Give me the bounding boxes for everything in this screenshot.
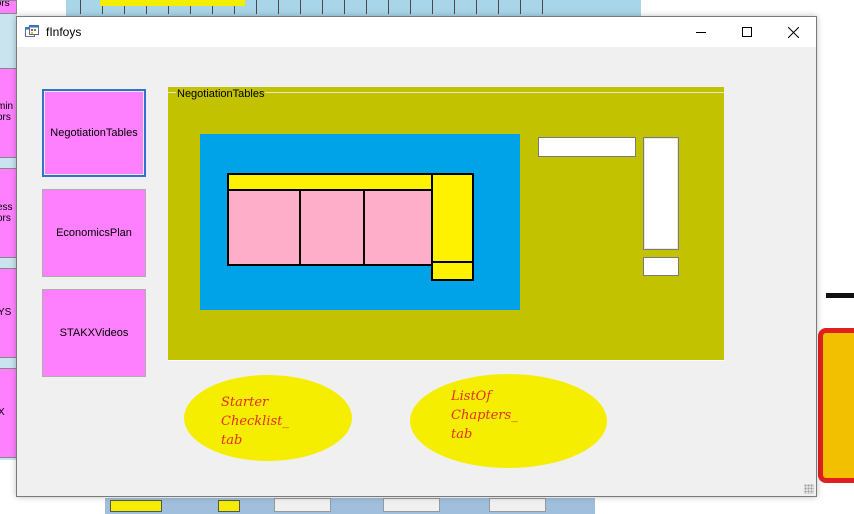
background-red-shape (818, 328, 854, 483)
group-title: NegotiationTables (176, 88, 266, 100)
background-cell (489, 498, 546, 512)
minimize-button[interactable] (678, 17, 724, 47)
negotiation-tables-group: NegotiationTables (168, 87, 724, 361)
nav-button-stakx-videos[interactable]: STAKXVideos (42, 289, 146, 377)
text-area-tall[interactable] (643, 137, 679, 250)
oval-label: Starter Checklist_ tab (221, 395, 289, 448)
table-end-piece (431, 173, 474, 263)
table-seat-1 (227, 189, 301, 266)
maximize-icon (742, 27, 752, 37)
background-button-3: ess ors (0, 168, 17, 258)
nav-button-economics-plan[interactable]: EconomicsPlan (42, 189, 146, 277)
background-button-4: YS (0, 268, 17, 358)
window-title: fInfoys (46, 25, 82, 39)
background-cell (274, 498, 331, 512)
text-field-wide[interactable] (538, 137, 636, 157)
minimize-icon (696, 32, 706, 33)
background-yellow-bar (100, 0, 245, 6)
text-field-small[interactable] (643, 257, 679, 276)
background-button-2: min ors (0, 68, 17, 158)
table-seat-2 (299, 189, 365, 266)
maximize-button[interactable] (724, 17, 770, 47)
table-seat-3 (363, 189, 433, 266)
title-bar[interactable]: fInfoys (17, 17, 816, 47)
starter-checklist-tab-oval[interactable]: Starter Checklist_ tab (184, 375, 352, 461)
oval-label: ListOf Chapters_ tab (451, 389, 518, 442)
resize-grip-icon[interactable] (804, 484, 814, 494)
background-tag (110, 500, 162, 512)
background-dark-bar (826, 293, 854, 298)
app-window: fInfoys NegotiationTables EconomicsPlan … (16, 16, 817, 497)
nav-button-label: EconomicsPlan (56, 227, 132, 239)
background-cell (383, 498, 440, 512)
background-tag (218, 500, 240, 512)
negotiation-table-drawing (227, 173, 474, 281)
nav-button-label: NegotiationTables (50, 127, 138, 139)
table-end-foot (431, 261, 474, 281)
background-button-5: X (0, 368, 17, 458)
close-button[interactable] (770, 17, 816, 47)
app-window-icon (25, 25, 39, 37)
background-button-1: idors (0, 0, 17, 14)
nav-button-label: STAKXVideos (59, 327, 129, 339)
table-picture (200, 134, 520, 310)
nav-button-negotiation-tables[interactable]: NegotiationTables (42, 89, 146, 177)
close-icon (787, 26, 799, 38)
table-top-strip (227, 173, 437, 191)
list-of-chapters-tab-oval[interactable]: ListOf Chapters_ tab (410, 374, 607, 468)
